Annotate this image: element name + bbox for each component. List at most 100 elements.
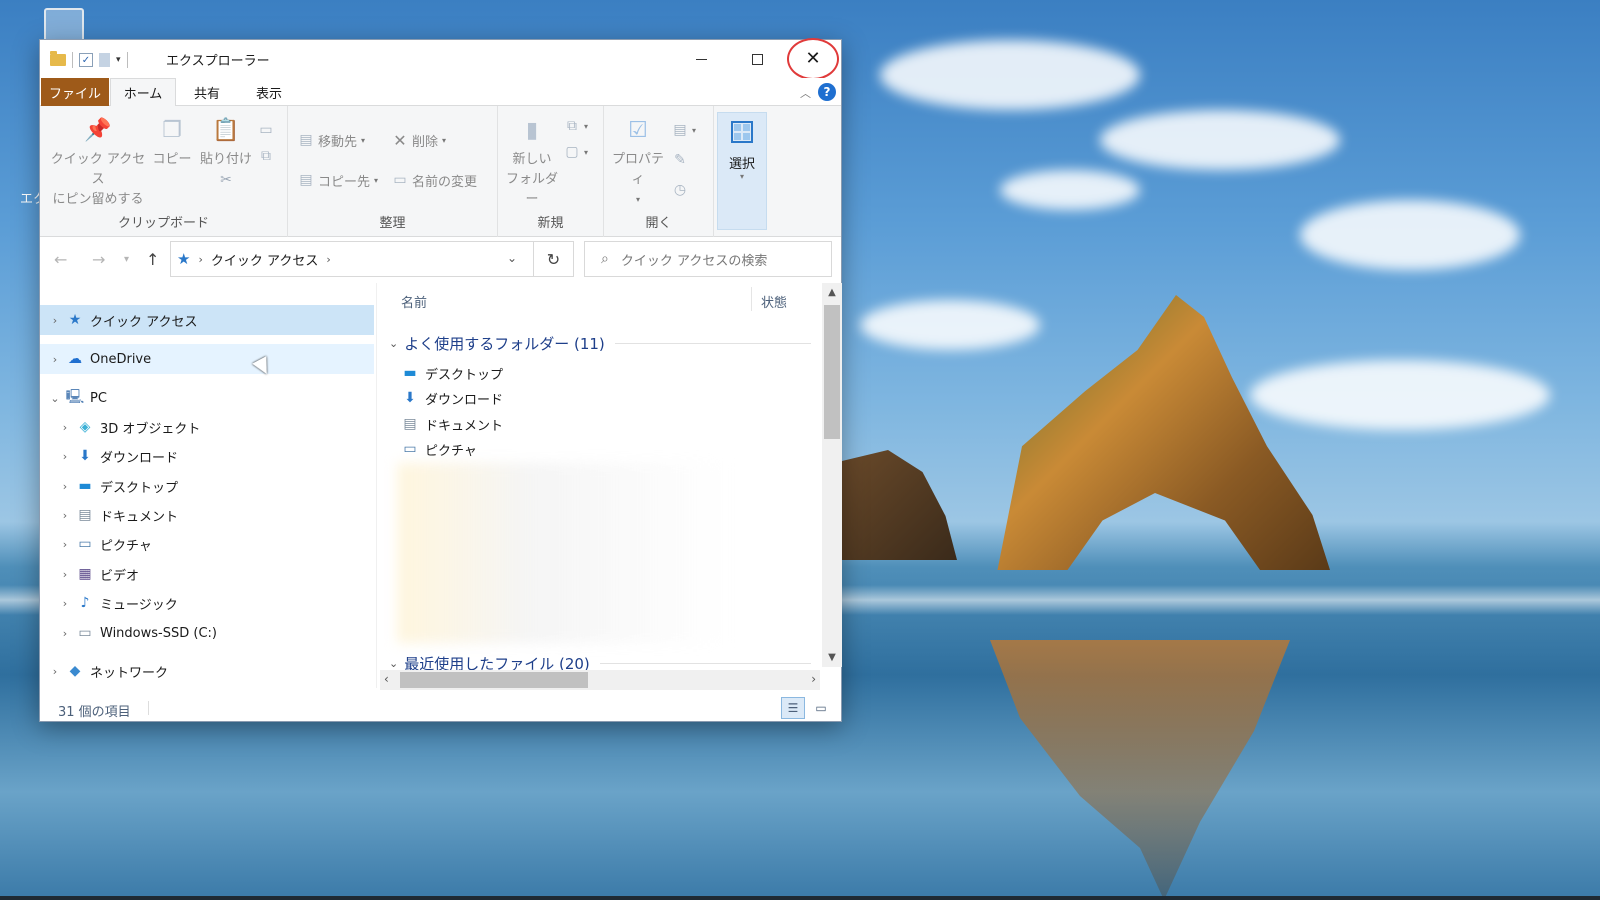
nav-item-videos[interactable]: › ▦ ビデオ: [40, 559, 374, 589]
small-rock: [842, 450, 957, 560]
navigation-bar: ← → ▾ ↑ ★ › クイック アクセス › ⌄ ↻ ⌕ クイック アクセスの…: [40, 237, 841, 283]
nav-item-onedrive[interactable]: › ☁ OneDrive: [40, 344, 374, 374]
forward-arrow-icon[interactable]: →: [92, 250, 105, 269]
close-button[interactable]: ✕: [785, 40, 841, 78]
expand-chevron-icon[interactable]: ›: [58, 597, 72, 610]
list-item[interactable]: ⬇ ダウンロード: [401, 386, 503, 410]
edit-button[interactable]: ✎: [672, 150, 688, 170]
breadcrumb-chevron-icon[interactable]: ›: [198, 253, 202, 266]
move-to-button[interactable]: ▤ 移動先 ▾: [298, 130, 365, 150]
title-bar[interactable]: ✓ ▾ エクスプローラー ✕: [40, 38, 841, 80]
expand-chevron-icon[interactable]: ›: [48, 353, 62, 366]
large-icons-view-button[interactable]: ▭: [809, 697, 833, 719]
search-box[interactable]: ⌕ クイック アクセスの検索: [584, 241, 832, 277]
new-folder-button[interactable]: ▮ 新しい フォルダー: [502, 116, 562, 210]
desktop-icon: ▬: [78, 478, 92, 494]
new-item-button[interactable]: ⧉ ▾: [564, 116, 588, 136]
select-button[interactable]: 選択 ▾: [717, 112, 767, 230]
new-folder-qat-icon[interactable]: [99, 53, 110, 67]
horizontal-scrollbar[interactable]: ‹ ›: [380, 670, 820, 690]
properties-button[interactable]: ☑ プロパティ ▾: [608, 116, 668, 210]
address-dropdown-icon[interactable]: ⌄: [507, 251, 517, 265]
expand-chevron-icon[interactable]: ›: [58, 480, 72, 493]
breadcrumb-chevron-icon[interactable]: ›: [326, 253, 330, 266]
rock-arch: [997, 295, 1330, 570]
nav-item-downloads[interactable]: › ⬇ ダウンロード: [40, 441, 374, 471]
expand-chevron-icon[interactable]: ›: [58, 568, 72, 581]
scroll-down-icon[interactable]: ▼: [822, 652, 842, 663]
column-name[interactable]: 名前: [401, 292, 427, 311]
tab-file[interactable]: ファイル: [41, 78, 109, 106]
tab-share[interactable]: 共有: [180, 78, 234, 106]
nav-item-music[interactable]: › ♪ ミュージック: [40, 588, 374, 618]
column-status[interactable]: 状態: [761, 292, 787, 311]
back-arrow-icon[interactable]: ←: [54, 250, 67, 269]
collapse-chevron-icon[interactable]: ⌄: [389, 657, 398, 670]
scroll-thumb[interactable]: [824, 305, 840, 439]
properties-check-icon: ☑: [628, 118, 648, 143]
help-button[interactable]: ?: [818, 83, 836, 101]
content-pane: 名前 状態 ⌄ よく使用するフォルダー (11) ▬ デスクトップ ⬇ ダウンロ…: [376, 283, 822, 688]
cut-icon[interactable]: ✂: [220, 170, 232, 190]
expand-chevron-icon[interactable]: ›: [58, 538, 72, 551]
organize-group: ▤ 移動先 ▾ ▤ コピー先 ▾ ✕ 削除 ▾ ▭ 名前の変更 整理: [288, 106, 498, 237]
vertical-scrollbar[interactable]: ▲ ▼: [822, 283, 842, 667]
nav-item-quick-access[interactable]: › ★ クイック アクセス: [40, 305, 374, 335]
pin-to-quick-access-button[interactable]: 📌 クイック アクセス にピン留めする: [48, 116, 148, 210]
tab-view[interactable]: 表示: [240, 78, 298, 106]
search-icon: ⌕: [601, 251, 609, 267]
blurred-items: [397, 463, 727, 643]
easy-access-button[interactable]: ▢ ▾: [564, 142, 588, 162]
scroll-left-icon[interactable]: ‹: [384, 672, 389, 686]
open-button[interactable]: ▤ ▾: [672, 120, 696, 140]
collapse-chevron-icon[interactable]: ⌄: [389, 337, 398, 350]
scroll-up-icon[interactable]: ▲: [822, 287, 842, 298]
list-item[interactable]: ▬ デスクトップ: [401, 361, 503, 385]
new-folder-icon: ▮: [525, 118, 539, 143]
minimize-button[interactable]: [673, 40, 729, 78]
easy-access-icon: ▢: [565, 144, 579, 160]
up-arrow-icon[interactable]: ↑: [146, 250, 159, 269]
nav-item-desktop[interactable]: › ▬ デスクトップ: [40, 471, 374, 501]
collapse-ribbon-icon[interactable]: ︿: [800, 85, 811, 101]
expand-chevron-icon[interactable]: ›: [58, 627, 72, 640]
nav-item-network[interactable]: › ◆ ネットワーク: [40, 656, 374, 686]
delete-button[interactable]: ✕ 削除 ▾: [392, 130, 446, 150]
paste-button[interactable]: 📋 貼り付け ✂: [198, 116, 254, 190]
expand-chevron-icon[interactable]: ›: [58, 450, 72, 463]
cube-icon: ◈: [79, 419, 91, 435]
address-bar[interactable]: ★ › クイック アクセス › ⌄ ↻: [170, 241, 574, 277]
nav-item-windows-ssd[interactable]: › ▭ Windows-SSD (C:): [40, 618, 374, 648]
recent-locations-dropdown[interactable]: ▾: [124, 254, 129, 265]
expand-chevron-icon[interactable]: ›: [58, 509, 72, 522]
list-item[interactable]: ▤ ドキュメント: [401, 412, 503, 436]
paste-shortcut-button[interactable]: ⧉: [258, 146, 274, 166]
copy-to-button[interactable]: ▤ コピー先 ▾: [298, 170, 378, 190]
clipboard-icon: 📋: [212, 118, 240, 143]
expand-chevron-icon[interactable]: ›: [48, 665, 62, 678]
breadcrumb-quick-access[interactable]: クイック アクセス: [211, 250, 318, 269]
refresh-button[interactable]: ↻: [533, 242, 573, 276]
details-view-button[interactable]: ☰: [781, 697, 805, 719]
scroll-thumb-horizontal[interactable]: [400, 672, 588, 688]
nav-item-pictures[interactable]: › ▭ ピクチャ: [40, 529, 374, 559]
ribbon-tabs: ファイル ホーム 共有 表示 ︿ ?: [40, 78, 841, 107]
nav-item-pc[interactable]: ⌄ 🖳 PC: [40, 383, 374, 413]
scroll-right-icon[interactable]: ›: [811, 672, 816, 686]
ribbon: 📌 クイック アクセス にピン留めする ❐ コピー 📋 貼り付け ✂ ▭ ⧉ ク…: [40, 106, 841, 237]
properties-qat-icon[interactable]: ✓: [79, 53, 93, 67]
expand-chevron-icon[interactable]: ›: [58, 421, 72, 434]
rename-button[interactable]: ▭ 名前の変更: [392, 170, 477, 190]
tab-home[interactable]: ホーム: [110, 78, 176, 107]
nav-item-3d-objects[interactable]: › ◈ 3D オブジェクト: [40, 412, 374, 442]
copy-button[interactable]: ❐ コピー: [152, 116, 192, 170]
collapse-chevron-icon[interactable]: ⌄: [48, 392, 62, 405]
maximize-button[interactable]: [729, 40, 785, 78]
expand-chevron-icon[interactable]: ›: [48, 314, 62, 327]
customize-qat-dropdown[interactable]: ▾: [116, 55, 121, 65]
list-item[interactable]: ▭ ピクチャ: [401, 437, 477, 461]
history-button[interactable]: ◷: [672, 180, 688, 200]
nav-item-documents[interactable]: › ▤ ドキュメント: [40, 500, 374, 530]
copy-path-button[interactable]: ▭: [258, 120, 274, 140]
group-header-frequent[interactable]: ⌄ よく使用するフォルダー (11): [389, 333, 811, 354]
